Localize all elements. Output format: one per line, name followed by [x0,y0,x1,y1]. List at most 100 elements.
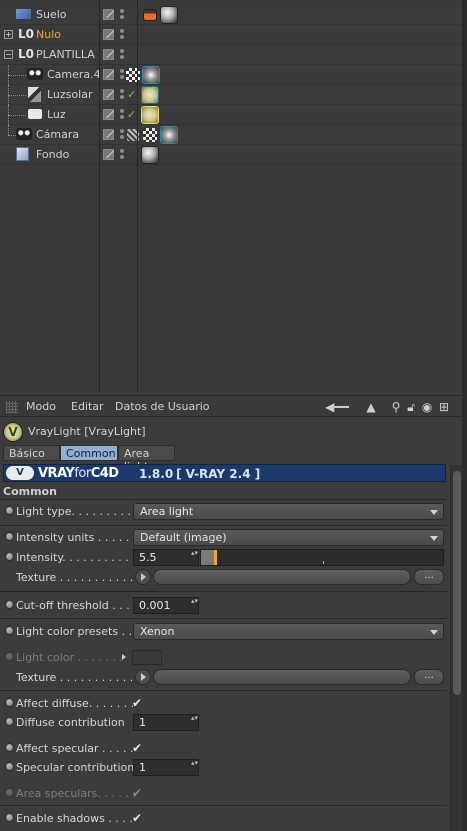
vray-brand: VRAYforC4D [38,466,119,481]
object-row-fondo[interactable]: Fondo [0,145,467,165]
object-name[interactable]: Luzsolar [47,88,92,101]
tab-area-light[interactable]: Area light [118,445,175,473]
vray-light-tag-icon[interactable] [141,106,159,124]
cutoff-field[interactable]: 0.001 [133,597,199,614]
vray-version: 1.8.0 [139,467,174,481]
param-intensity: Intensity. . . . . . . . . . . 5.5 [0,547,447,569]
null-object-icon: L0 [18,47,34,61]
new-panel-icon[interactable]: ⊞ [437,400,451,414]
texture-play-icon[interactable] [135,669,151,685]
tab-basico[interactable]: Básico [3,445,60,461]
object-name[interactable]: Cámara [36,128,79,141]
visibility-dots-icon[interactable] [120,69,124,80]
enable-shadows-checkbox[interactable]: ✔ [132,811,142,825]
object-name[interactable]: PLANTILLA [36,48,95,61]
object-name[interactable]: Fondo [36,148,69,161]
layer-edit-icon[interactable] [103,129,114,140]
clapper-icon[interactable] [143,9,157,21]
animate-dot-icon[interactable] [5,698,14,707]
back-arrow-icon[interactable]: ◀━━ [320,400,354,414]
panel-grip-icon[interactable] [6,401,18,413]
texture-field[interactable] [153,669,411,685]
texture-play-icon[interactable] [135,569,151,585]
visibility-dots-icon[interactable] [120,29,124,40]
enabled-check-icon[interactable]: ✓ [127,88,136,101]
scrollbar-thumb[interactable] [453,471,461,695]
affect-specular-checkbox[interactable]: ✔ [132,741,142,755]
animate-dot-icon[interactable] [5,743,14,752]
visibility-dots-icon[interactable] [120,49,124,60]
camera-tag-icon[interactable] [160,126,178,144]
column-divider [99,0,100,392]
object-row-plantilla[interactable]: − L0 PLANTILLA [0,45,467,65]
menu-modo[interactable]: Modo [26,400,56,413]
scrollbar[interactable] [450,465,462,831]
lock-icon[interactable]: 🔓︎ [404,400,418,414]
camera-object-icon [27,68,43,80]
intensity-field[interactable]: 5.5 [133,549,199,566]
object-name[interactable]: Camera.4 [47,68,101,81]
animate-dot-icon[interactable] [5,552,14,561]
tab-common[interactable]: Common [60,445,118,461]
affect-diffuse-checkbox[interactable]: ✔ [132,696,142,710]
vray-light-icon: V [3,422,23,442]
sphere-material-icon[interactable] [160,6,178,24]
menu-editar[interactable]: Editar [71,400,104,413]
animate-dot-icon[interactable] [5,600,14,609]
object-row-camera4[interactable]: Camera.4 [0,65,467,85]
expand-icon[interactable]: + [4,30,13,39]
intensity-slider[interactable] [200,549,444,566]
light-type-select[interactable]: Area light [133,503,444,520]
animate-dot-icon[interactable] [5,532,14,541]
sphere-material-icon[interactable] [141,146,159,164]
layer-edit-icon[interactable] [103,69,114,80]
object-row-camara[interactable]: Cámara [0,125,467,145]
animate-dot-icon[interactable] [5,506,14,515]
enabled-check-icon[interactable]: ✓ [127,108,136,121]
light-color-presets-select[interactable]: Xenon [133,623,444,640]
menu-datos-usuario[interactable]: Datos de Usuario [115,400,210,413]
object-name[interactable]: Nulo [36,28,61,41]
diffuse-contribution-field[interactable]: 1 [133,714,199,731]
object-name[interactable]: Suelo [36,8,67,21]
pointer-up-icon[interactable]: ▲ [364,400,378,414]
slider-knob[interactable] [214,550,217,565]
animate-dot-icon[interactable] [5,626,14,635]
object-name[interactable]: Luz [47,108,66,121]
column-divider [137,0,138,392]
layer-edit-icon[interactable] [103,29,114,40]
area-speculars-checkbox: ✔ [132,786,143,800]
specular-contribution-field[interactable]: 1 [133,759,199,776]
param-label: Intensity. . . . . . . . . . . [16,551,136,564]
expand-arrow-icon[interactable] [122,654,126,660]
collapse-icon[interactable]: − [4,50,13,59]
texture-more-button[interactable]: ... [414,669,444,685]
vray-light-tag-icon[interactable] [141,86,159,104]
layer-edit-icon[interactable] [103,89,114,100]
object-row-nulo[interactable]: + L0 Nulo [0,25,467,45]
object-row-suelo[interactable]: Suelo [0,5,467,25]
search-icon[interactable]: ⚲ [389,400,403,414]
animate-dot-icon[interactable] [5,813,14,822]
object-row-luzsolar[interactable]: Luzsolar ✓ [0,85,467,105]
visibility-dots-icon[interactable] [120,9,124,20]
texture-field[interactable] [153,569,411,585]
visibility-dots-icon[interactable] [120,109,124,120]
intensity-units-select[interactable]: Default (image) [133,529,444,546]
light-color-swatch[interactable] [132,650,162,665]
layer-edit-icon[interactable] [103,49,114,60]
layer-edit-icon[interactable] [103,149,114,160]
texture-more-button[interactable]: ... [414,569,444,585]
visibility-dots-icon[interactable] [120,89,124,100]
visibility-dots-icon[interactable] [120,149,124,160]
target-icon[interactable]: ◉ [420,400,434,414]
param-light-type: Light type. . . . . . . . . . Area light [0,501,447,523]
checker-tag-icon[interactable] [143,128,157,142]
animate-dot-icon[interactable] [5,717,14,726]
layer-edit-icon[interactable] [103,109,114,120]
visibility-dots-icon[interactable] [120,129,124,140]
camera-tag-icon[interactable] [142,66,160,84]
layer-edit-icon[interactable] [103,9,114,20]
animate-dot-icon[interactable] [5,762,14,771]
object-row-luz[interactable]: Luz ✓ [0,105,467,125]
